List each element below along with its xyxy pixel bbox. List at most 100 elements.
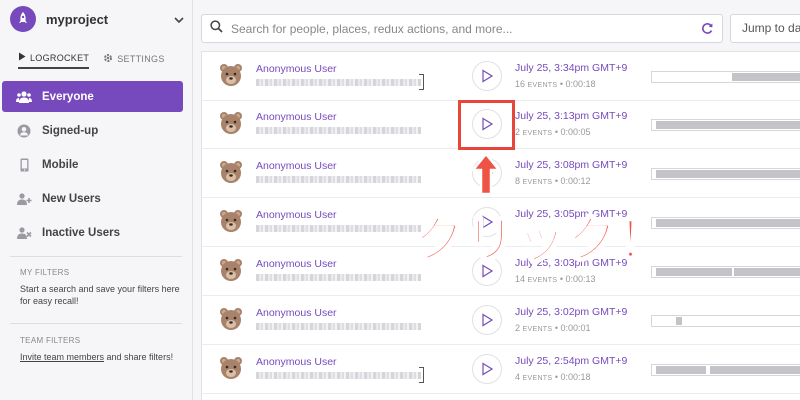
activity-segment [656,219,800,227]
session-activity-bar [651,266,800,278]
gear-icon [103,53,113,65]
session-meta: 2 EVENTS • 0:00:01 [515,323,591,333]
nav-item-label: New Users [42,192,101,205]
nav-item-label: Inactive Users [42,226,120,239]
sidebar: myproject LOGROCKET SETTINGS Everyone Si… [0,0,193,400]
session-duration: 0:00:12 [560,176,591,186]
users-icon [16,89,32,105]
user-circle-icon [16,123,32,139]
session-url-blurred [256,323,421,330]
session-row[interactable]: Anonymous User July 25, 3:08pm GMT+9 8 EVE… [202,149,800,198]
session-user-name[interactable]: Anonymous User [256,209,337,221]
annotation-highlight-box [458,100,515,150]
jump-to-date-button[interactable]: Jump to da [730,14,800,43]
nav-item-label: Everyone [42,90,94,103]
annotation-click-label: クリック！ [413,210,669,270]
bear-avatar-icon [218,110,244,141]
session-duration: 0:00:13 [565,274,596,284]
events-label: EVENTS [527,82,558,89]
nav-item-everyone[interactable]: Everyone [2,81,183,112]
team-filters-suffix: and share filters! [104,352,174,362]
rocket-logo-icon [10,6,36,32]
event-count: 14 [515,274,526,284]
activity-segment [732,73,800,81]
bear-avatar-icon [218,208,244,239]
nav-item-inactive-users[interactable]: Inactive Users [2,217,183,248]
project-name: myproject [46,11,109,27]
events-label: EVENTS [527,277,558,284]
chevron-down-icon [174,10,184,28]
session-meta: 2 EVENTS • 0:00:05 [515,127,591,137]
mobile-icon [16,157,32,173]
session-time[interactable]: July 25, 3:02pm GMT+9 [515,306,627,318]
events-label: EVENTS [522,375,553,382]
divider [10,323,182,324]
session-duration: 0:00:01 [560,323,591,333]
play-icon [482,362,494,376]
events-label: EVENTS [522,326,553,333]
activity-segment [656,366,706,374]
session-row[interactable]: Anonymous User July 25, 3:02pm GMT+9 2 EVE… [202,296,800,345]
search-icon [210,19,223,38]
nav-item-label: Signed-up [42,124,99,137]
event-count: 2 [515,323,521,333]
session-url-blurred [256,127,421,134]
play-icon [482,69,494,83]
session-time[interactable]: July 25, 2:54pm GMT+9 [515,355,627,367]
session-time[interactable]: July 25, 3:13pm GMT+9 [515,110,627,122]
annotation-arrow-icon [470,152,502,201]
bear-avatar-icon [218,306,244,337]
nav-item-mobile[interactable]: Mobile [2,149,183,180]
session-meta: 8 EVENTS • 0:00:12 [515,176,591,186]
project-switcher[interactable]: myproject [10,6,186,32]
session-row[interactable]: Anonymous User July 25, 3:34pm GMT+9 16 EV… [202,52,800,101]
tab-settings[interactable]: SETTINGS [103,52,164,69]
session-user-name[interactable]: Anonymous User [256,307,337,319]
team-filters-text: Invite team members and share filters! [20,351,185,363]
sidebar-tabs: LOGROCKET SETTINGS [18,52,165,69]
session-url-blurred [256,372,421,379]
nav-item-new-users[interactable]: New Users [2,183,183,214]
events-label: EVENTS [522,130,553,137]
session-user-name[interactable]: Anonymous User [256,258,337,270]
session-duration: 0:00:05 [560,127,591,137]
session-user-name[interactable]: Anonymous User [256,63,337,75]
nav-item-signed-up[interactable]: Signed-up [2,115,183,146]
bear-avatar-icon [218,355,244,386]
play-session-button[interactable] [472,354,502,384]
session-user-name[interactable]: Anonymous User [256,111,337,123]
play-icon [18,52,26,63]
session-url-blurred [256,225,421,232]
session-meta: 16 EVENTS • 0:00:18 [515,79,596,89]
bracket-mark [419,74,424,90]
my-filters-title: MY FILTERS [20,268,70,277]
tab-logrocket[interactable]: LOGROCKET [18,52,90,69]
divider [10,256,182,257]
bear-avatar-icon [218,159,244,190]
refresh-icon[interactable] [701,22,714,40]
activity-segment [734,268,800,276]
session-activity-bar [651,168,800,180]
session-user-name[interactable]: Anonymous User [256,356,337,368]
user-plus-icon [16,191,32,207]
session-activity-bar [651,71,800,83]
session-time[interactable]: July 25, 3:08pm GMT+9 [515,159,627,171]
session-time[interactable]: July 25, 3:34pm GMT+9 [515,62,627,74]
session-meta: 14 EVENTS • 0:00:13 [515,274,596,284]
search-input[interactable]: Search for people, places, redux actions… [231,22,513,36]
tab-label: LOGROCKET [30,52,90,63]
my-filters-text: Start a search and save your filters her… [20,284,180,306]
play-session-button[interactable] [472,61,502,91]
search-bar[interactable]: Search for people, places, redux actions… [201,14,723,43]
event-count: 2 [515,127,521,137]
play-session-button[interactable] [472,305,502,335]
session-row[interactable]: Anonymous User July 25, 2:54pm GMT+9 4 EVE… [202,345,800,394]
invite-team-link[interactable]: Invite team members [20,352,104,362]
session-activity-bar [651,315,800,327]
session-duration: 0:00:18 [565,79,596,89]
session-user-name[interactable]: Anonymous User [256,160,337,172]
nav-item-label: Mobile [42,158,79,171]
tab-label: SETTINGS [117,53,165,64]
segment-nav: Everyone Signed-up Mobile New Users Inac… [2,81,183,251]
activity-segment [710,366,800,374]
